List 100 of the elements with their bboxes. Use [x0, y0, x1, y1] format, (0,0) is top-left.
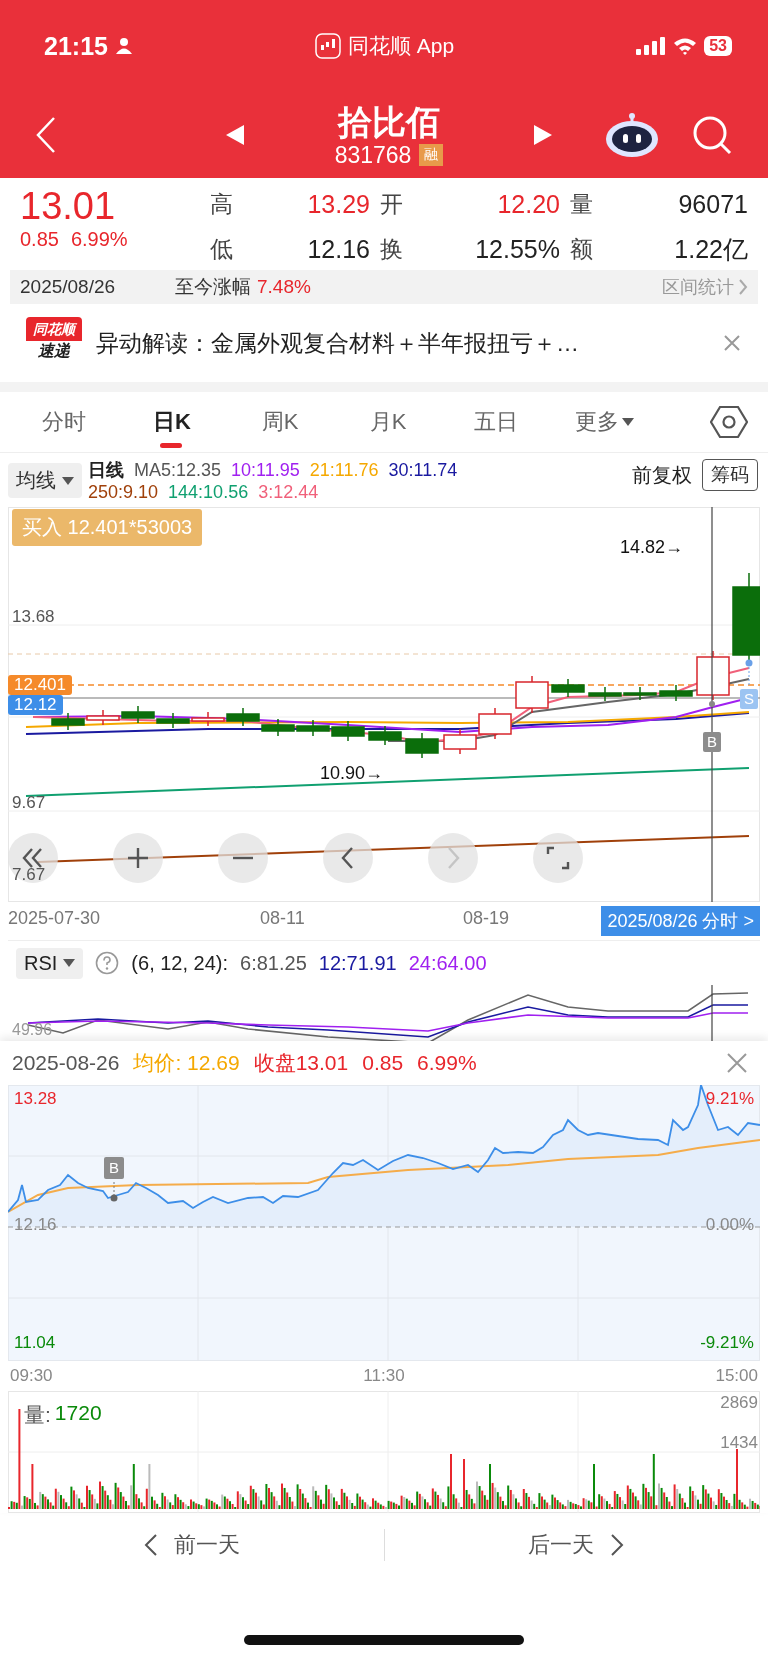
- marker-dot: [709, 701, 715, 707]
- back-icon[interactable]: [36, 116, 56, 154]
- search-icon[interactable]: [692, 115, 732, 155]
- chart-tab[interactable]: 日K: [118, 392, 226, 452]
- close-change: 0.85: [362, 1051, 404, 1075]
- robot-icon[interactable]: [604, 112, 660, 158]
- stat-value: 13.29: [306, 189, 371, 219]
- candlestick: [156, 712, 190, 729]
- stat-value: 12.16: [306, 234, 371, 264]
- help-icon[interactable]: [95, 951, 120, 975]
- margin-badge: 融: [419, 144, 444, 166]
- time-axis-label: 15:00: [715, 1366, 758, 1386]
- rsi-params: (6, 12, 24):: [131, 951, 229, 975]
- chart-tab[interactable]: 分时: [10, 392, 118, 452]
- wifi-icon: [673, 37, 698, 55]
- rsi-axis-label: 49.96: [12, 1021, 53, 1039]
- percent-axis-label: 0.00%: [705, 1215, 754, 1235]
- chevron-right-icon: [738, 278, 748, 296]
- ma-value: 10:11.95: [231, 459, 300, 481]
- sell-marker: S: [740, 689, 758, 709]
- stat-value: 12.55%: [474, 234, 561, 264]
- price-axis-label: 9.67: [12, 793, 46, 813]
- chart-tab[interactable]: 周K: [226, 392, 334, 452]
- close-icon[interactable]: [726, 1052, 748, 1074]
- candlestick: [405, 732, 439, 759]
- signal-icon: [636, 37, 667, 55]
- stat-label: 低: [210, 234, 234, 264]
- stat-label: 换: [380, 234, 404, 264]
- intraday-date: 2025-08-26: [12, 1051, 120, 1075]
- crosshair-line: [711, 985, 713, 1041]
- stat-value: 12.20: [496, 189, 561, 219]
- stock-code: 831768: [334, 141, 412, 169]
- candlestick: [588, 686, 622, 702]
- chevron-right-icon: [610, 1533, 625, 1557]
- candlestick: [86, 709, 120, 726]
- close-price: 收盘13.01: [253, 1050, 349, 1076]
- next-stock-icon[interactable]: [532, 124, 554, 146]
- candlestick: [368, 725, 402, 746]
- candlestick: [51, 712, 85, 731]
- candlestick: [191, 711, 225, 727]
- chevron-left-icon: [143, 1533, 158, 1557]
- ma-value: 21:11.76: [309, 459, 379, 481]
- battery-level: 53: [704, 36, 732, 56]
- candlestick: [261, 718, 295, 737]
- chips-button[interactable]: 筹码: [702, 459, 758, 491]
- range-label: 至今涨幅: [175, 275, 251, 299]
- candlestick: [478, 707, 512, 740]
- candlestick: [121, 705, 155, 724]
- low-price-marker: 10.90→: [320, 763, 384, 784]
- indicator-dropdown[interactable]: RSI: [16, 947, 84, 979]
- stat-label: 量: [570, 189, 594, 219]
- price-axis-label: 7.67: [12, 865, 46, 885]
- previous-stock-icon[interactable]: [224, 124, 246, 146]
- stat-label: 高: [210, 189, 234, 219]
- candlestick: [623, 686, 657, 701]
- candlestick: [443, 728, 477, 755]
- candlestick: [551, 678, 585, 698]
- price-axis-label: 13.68: [12, 607, 55, 627]
- close-icon[interactable]: [724, 335, 740, 351]
- rsi-value: 6:81.25: [240, 951, 307, 975]
- ma-dropdown[interactable]: 均线: [8, 463, 82, 498]
- next-day-button[interactable]: 后一天: [384, 1513, 768, 1577]
- settings-icon[interactable]: [710, 405, 748, 439]
- chart-tab[interactable]: 月K: [334, 392, 442, 452]
- news-headline[interactable]: 异动解读：金属外观复合材料＋半年报扭亏＋…: [96, 327, 710, 359]
- person-icon: [114, 37, 133, 55]
- previous-day-button[interactable]: 前一天: [0, 1513, 384, 1577]
- price-change: 0.85: [20, 228, 59, 251]
- buy-order-tag: 买入 12.401*53003: [12, 509, 203, 546]
- buy-marker: B: [703, 732, 721, 752]
- chart-tab[interactable]: 五日: [442, 392, 550, 452]
- percent-change: 6.99%: [70, 228, 128, 251]
- chevron-left-button[interactable]: [323, 833, 373, 883]
- plus-button[interactable]: [113, 833, 163, 883]
- news-logo: 同花顺 速递: [26, 317, 82, 369]
- price-tag: 12.401: [8, 675, 72, 695]
- percent-axis-label: -9.21%: [700, 1333, 754, 1353]
- status-time: 21:15: [44, 31, 108, 61]
- plus-icon: [125, 845, 151, 871]
- fullscreen-button[interactable]: [533, 833, 583, 883]
- stat-value: 1.22亿: [673, 233, 749, 265]
- percent-axis-label: 9.21%: [705, 1089, 754, 1109]
- caret-icon: [63, 959, 76, 967]
- minus-icon: [232, 856, 254, 860]
- fullscreen-icon: [545, 845, 571, 871]
- volume-axis-label: 1434: [720, 1433, 758, 1453]
- chart-tab[interactable]: 更多: [550, 392, 658, 452]
- current-price: 13.01: [20, 184, 117, 228]
- time-axis-label: 09:30: [10, 1366, 53, 1386]
- candlestick: [696, 650, 730, 701]
- candlestick: [331, 720, 365, 742]
- period-label: 日线: [88, 459, 124, 481]
- ma-value: MA5:12.35: [134, 459, 222, 481]
- adjust-label[interactable]: 前复权: [632, 461, 692, 489]
- rewind-button[interactable]: [8, 833, 58, 883]
- candlestick: [226, 707, 260, 727]
- marker-pin: [110, 1181, 118, 1202]
- caret-icon: [621, 418, 634, 426]
- candlestick: [296, 719, 330, 737]
- price-axis-label: 13.28: [14, 1089, 57, 1109]
